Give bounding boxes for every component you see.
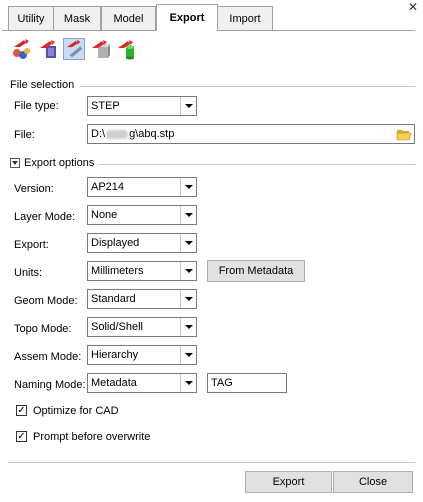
tab-import[interactable]: Import <box>217 6 273 30</box>
export-select[interactable]: Displayed <box>87 233 197 253</box>
layer-mode-label: Layer Mode: <box>14 211 76 223</box>
chevron-down-icon[interactable] <box>180 97 196 115</box>
chevron-down-icon[interactable] <box>180 206 196 224</box>
chevron-down-icon[interactable] <box>180 234 196 252</box>
section-divider <box>98 164 415 165</box>
export-value: Displayed <box>91 237 140 249</box>
version-value: AP214 <box>91 181 125 193</box>
optimize-label: Optimize for CAD <box>33 405 119 417</box>
layer-mode-value: None <box>91 209 118 221</box>
file-selection-title: File selection <box>10 79 75 91</box>
geom-mode-label: Geom Mode: <box>14 295 78 307</box>
layer-mode-select[interactable]: None <box>87 205 197 225</box>
chevron-down-icon[interactable] <box>180 178 196 196</box>
file-type-select[interactable]: STEP <box>87 96 197 116</box>
export-cylinder-icon[interactable] <box>115 38 137 60</box>
tab-model[interactable]: Model <box>101 6 156 30</box>
footer-divider <box>8 462 415 463</box>
tab-label: Utility <box>17 12 45 25</box>
chevron-down-icon[interactable] <box>180 290 196 308</box>
tab-mask[interactable]: Mask <box>53 6 101 30</box>
file-type-label: File type: <box>14 100 59 112</box>
naming-mode-value: Metadata <box>91 377 137 389</box>
file-path-field[interactable]: D:\ g\abq.stp <box>87 124 415 144</box>
file-label: File: <box>14 129 35 141</box>
version-label: Version: <box>14 183 54 195</box>
topo-mode-select[interactable]: Solid/Shell <box>87 317 197 337</box>
tab-label: Mask <box>63 12 91 25</box>
prompt-overwrite-checkbox[interactable]: ✓ <box>16 431 27 442</box>
naming-mode-select[interactable]: Metadata <box>87 373 197 393</box>
topo-mode-label: Topo Mode: <box>14 323 72 335</box>
units-value: Millimeters <box>91 265 144 277</box>
chevron-down-icon[interactable] <box>180 346 196 364</box>
export-book-icon[interactable] <box>37 38 59 60</box>
close-button[interactable]: Close <box>333 471 413 493</box>
assem-mode-label: Assem Mode: <box>14 351 82 363</box>
chevron-down-icon[interactable] <box>180 318 196 336</box>
tab-export[interactable]: Export <box>156 4 218 31</box>
export-button[interactable]: Export <box>245 471 332 493</box>
naming-tag-field[interactable]: TAG <box>207 373 287 393</box>
chevron-down-icon[interactable] <box>180 374 196 392</box>
from-metadata-button[interactable]: From Metadata <box>207 260 305 282</box>
naming-tag-value: TAG <box>211 377 233 389</box>
units-select[interactable]: Millimeters <box>87 261 197 281</box>
geom-mode-value: Standard <box>91 293 136 305</box>
export-spheres-icon[interactable] <box>11 38 33 60</box>
geom-mode-select[interactable]: Standard <box>87 289 197 309</box>
file-type-value: STEP <box>91 100 120 112</box>
tab-label: Model <box>113 12 144 25</box>
export-box-icon[interactable] <box>89 38 111 60</box>
redacted-text <box>106 129 129 139</box>
optimize-checkbox[interactable]: ✓ <box>16 405 27 416</box>
tab-label: Import <box>229 12 261 25</box>
chevron-down-icon[interactable] <box>180 262 196 280</box>
naming-mode-label: Naming Mode: <box>14 379 86 391</box>
assem-mode-select[interactable]: Hierarchy <box>87 345 197 365</box>
version-select[interactable]: AP214 <box>87 177 197 197</box>
units-label: Units: <box>14 267 43 279</box>
export-options-title: Export options <box>24 157 95 169</box>
close-icon[interactable]: ✕ <box>408 0 418 14</box>
section-divider <box>80 86 415 87</box>
export-pencil-icon[interactable] <box>63 38 85 60</box>
prompt-overwrite-label: Prompt before overwrite <box>33 431 151 443</box>
assem-mode-value: Hierarchy <box>91 349 139 361</box>
folder-open-icon[interactable] <box>396 127 412 141</box>
file-path-value: D:\ g\abq.stp <box>91 128 175 140</box>
topo-mode-value: Solid/Shell <box>91 321 143 333</box>
export-label: Export: <box>14 239 49 251</box>
tab-utility[interactable]: Utility <box>8 6 54 30</box>
collapse-toggle-icon[interactable] <box>10 158 20 168</box>
tab-label: Export <box>169 12 205 24</box>
